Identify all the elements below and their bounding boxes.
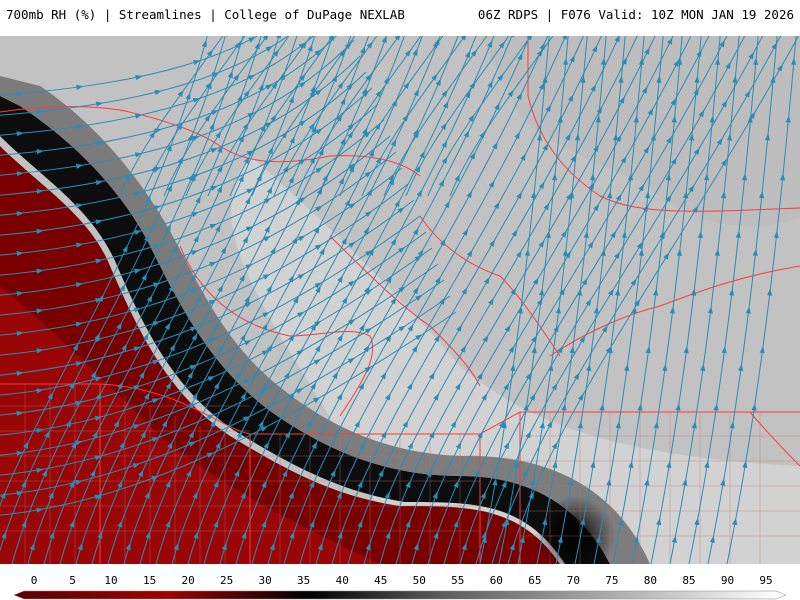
rh-streamline-map <box>0 36 800 564</box>
colorbar <box>13 590 787 600</box>
colorbar-tick-label: 40 <box>335 574 349 587</box>
header: 700mb RH (%) | Streamlines | College of … <box>0 0 800 32</box>
colorbar-tick-label: 15 <box>142 574 157 587</box>
colorbar-tick-label: 50 <box>412 574 426 587</box>
colorbar-tick-label: 70 <box>566 574 580 587</box>
colorbar-tick-labels: 0 5 10 15 20 25 30 35 40 45 50 55 60 65 70 75 80 85 90 95 <box>0 574 800 588</box>
map-title: 700mb RH (%) | Streamlines | College of … <box>6 7 405 22</box>
colorbar-tick-label: 80 <box>643 574 658 587</box>
colorbar-tick-label: 35 <box>297 574 311 587</box>
colorbar-tick-label: 25 <box>220 574 234 587</box>
valid-time-label: 06Z RDPS | F076 Valid: 10Z MON JAN 19 20… <box>477 7 794 22</box>
colorbar-tick-label: 90 <box>720 574 735 587</box>
colorbar-tick-label: 45 <box>374 574 388 587</box>
colorbar-tick-label: 85 <box>682 574 696 587</box>
colorbar-tick-label: 30 <box>258 574 272 587</box>
colorbar-tick-label: 95 <box>759 574 773 587</box>
colorbar-tick-label: 60 <box>489 574 503 587</box>
colorbar-tick-label: 10 <box>104 574 118 587</box>
colorbar-tick-label: 55 <box>451 574 465 587</box>
colorbar-tick-label: 20 <box>181 574 195 587</box>
colorbar-tick-label: 65 <box>528 574 542 587</box>
colorbar-tick-label: 75 <box>605 574 619 587</box>
colorbar-tick-label: 5 <box>69 574 76 587</box>
colorbar-ramp <box>13 590 787 600</box>
colorbar-tick-label: 0 <box>30 574 38 587</box>
